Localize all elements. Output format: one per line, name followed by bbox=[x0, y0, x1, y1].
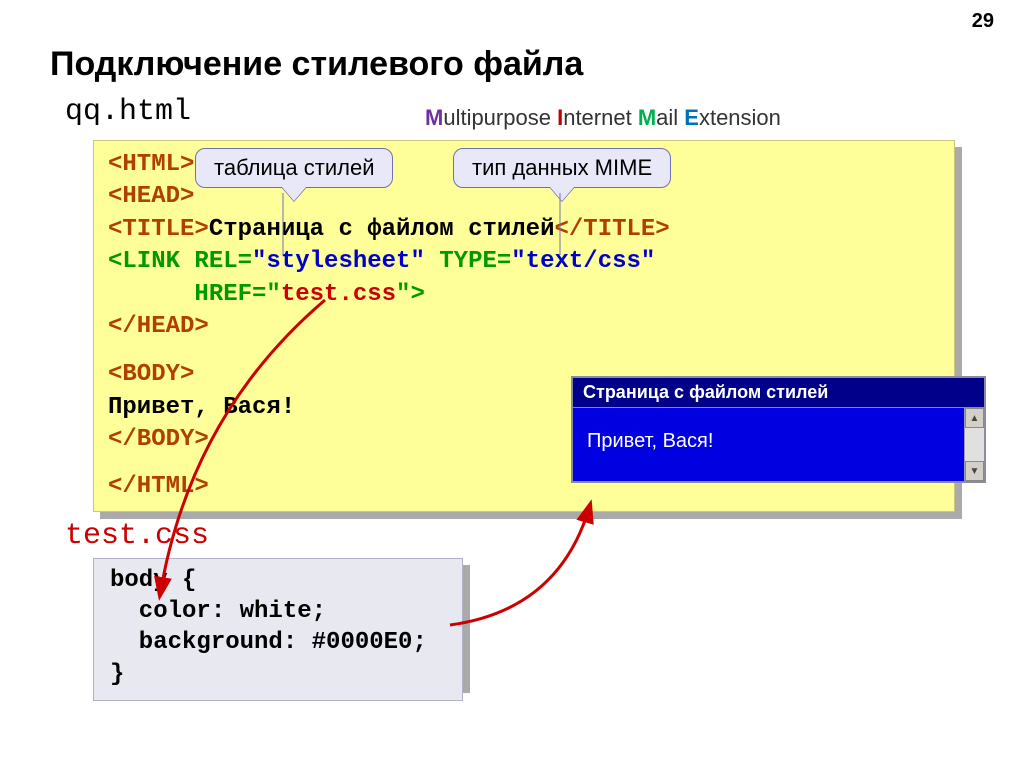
mime-i-rest: nternet bbox=[563, 105, 638, 130]
mime-m-rest: ultipurpose bbox=[443, 105, 557, 130]
page-number: 29 bbox=[972, 10, 994, 33]
browser-viewport: Привет, Вася! bbox=[573, 408, 964, 481]
code-line: HREF=" bbox=[108, 281, 281, 308]
code-attr: "text/css" bbox=[511, 248, 655, 275]
code-line: <BODY> bbox=[108, 361, 194, 388]
code-line: <LINK REL= bbox=[108, 248, 252, 275]
css-code-block: body { color: white; background: #0000E0… bbox=[93, 558, 463, 701]
css-line: color: white; bbox=[110, 596, 446, 627]
page-title: Подключение стилевого файла bbox=[50, 45, 583, 84]
code-line: <HTML> bbox=[108, 151, 194, 178]
code-text: Привет, Вася! bbox=[108, 394, 295, 421]
browser-preview: Страница с файлом стилей Привет, Вася! ▲… bbox=[571, 376, 986, 483]
code-line: TYPE= bbox=[425, 248, 511, 275]
html-filename: qq.html bbox=[65, 95, 191, 129]
code-line: </HEAD> bbox=[108, 313, 209, 340]
code-line: </BODY> bbox=[108, 426, 209, 453]
mime-e: E bbox=[684, 105, 699, 130]
code-line: "> bbox=[396, 281, 425, 308]
callout-mime-type: тип данных MIME bbox=[453, 148, 671, 188]
scroll-up-icon[interactable]: ▲ bbox=[965, 408, 984, 428]
css-line: } bbox=[110, 659, 446, 690]
code-line: </TITLE> bbox=[554, 216, 669, 243]
code-text: Страница с файлом стилей bbox=[209, 216, 555, 243]
mime-e-rest: xtension bbox=[699, 105, 781, 130]
scroll-down-icon[interactable]: ▼ bbox=[965, 461, 984, 481]
css-line: background: #0000E0; bbox=[110, 627, 446, 658]
mime-expansion: Multipurpose Internet Mail Extension bbox=[425, 105, 781, 131]
code-line: <TITLE> bbox=[108, 216, 209, 243]
browser-titlebar: Страница с файлом стилей bbox=[573, 378, 984, 407]
code-attr: "stylesheet" bbox=[252, 248, 425, 275]
mime-m: M bbox=[425, 105, 443, 130]
callout-text: тип данных MIME bbox=[472, 155, 652, 180]
css-line: body { bbox=[110, 565, 446, 596]
css-filename: test.css bbox=[65, 519, 209, 553]
callout-text: таблица стилей bbox=[214, 155, 374, 180]
code-line: </HTML> bbox=[108, 473, 209, 500]
mime-ma: M bbox=[638, 105, 656, 130]
mime-ma-rest: ail bbox=[656, 105, 684, 130]
callout-stylesheet: таблица стилей bbox=[195, 148, 393, 188]
code-line: <HEAD> bbox=[108, 183, 194, 210]
scrollbar[interactable]: ▲ ▼ bbox=[964, 408, 984, 481]
code-href: test.css bbox=[281, 281, 396, 308]
